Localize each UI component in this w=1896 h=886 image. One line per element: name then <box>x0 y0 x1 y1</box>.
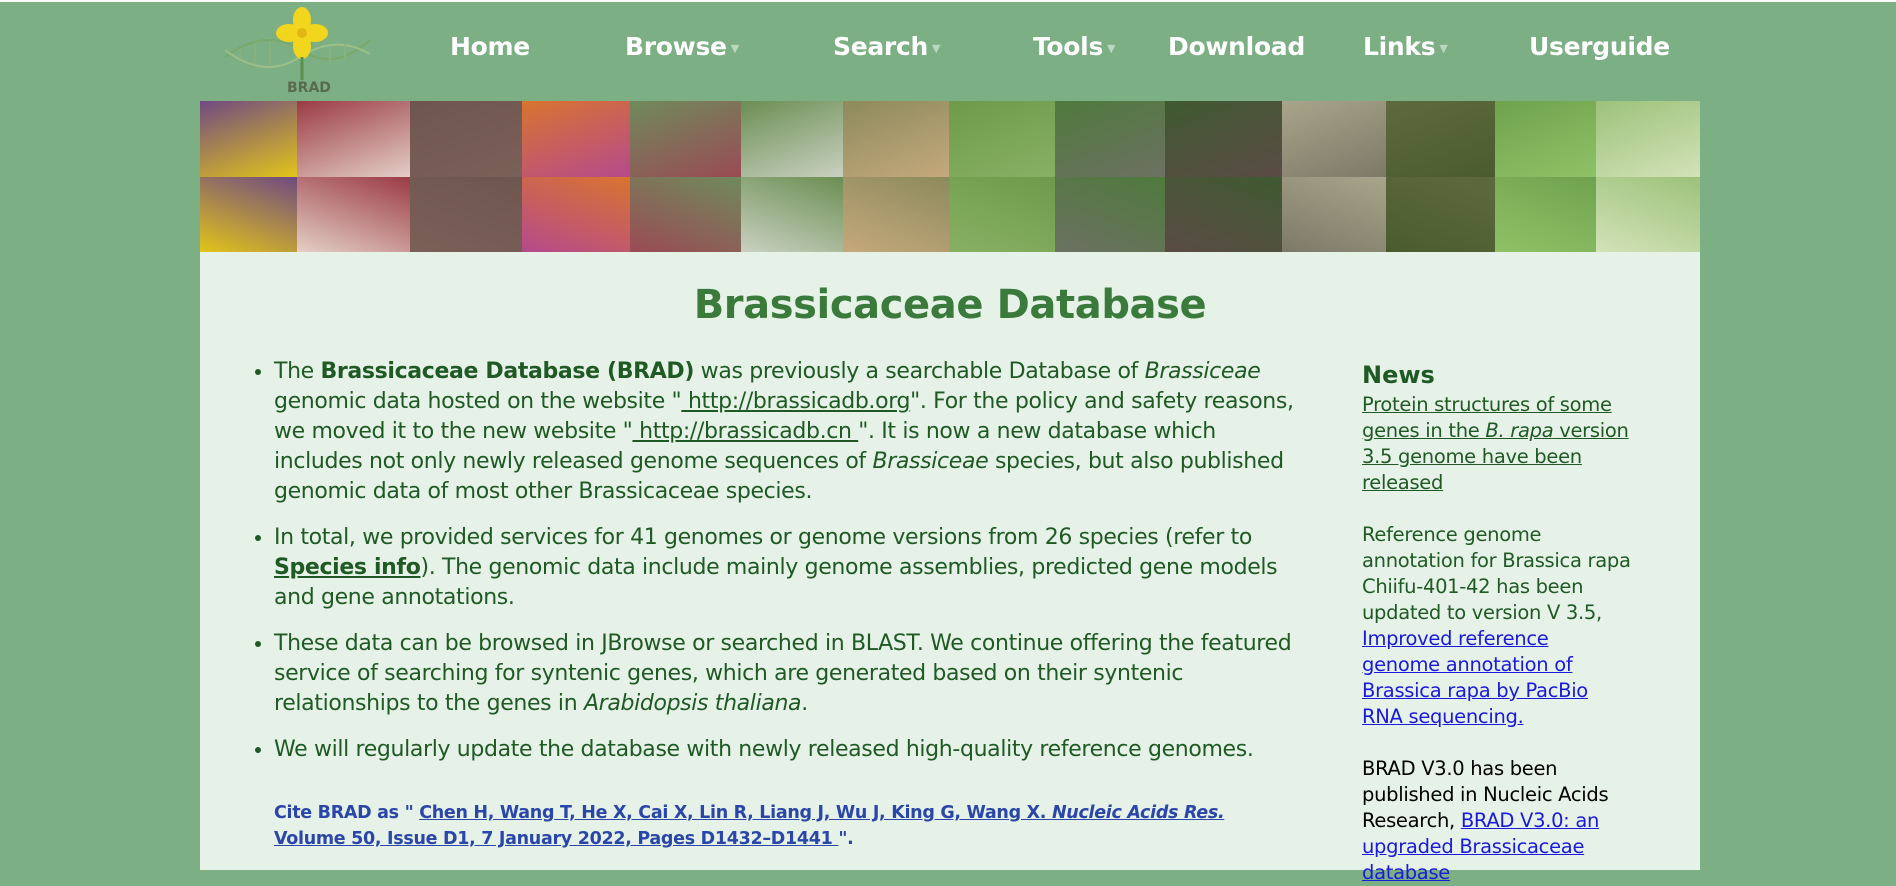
news-protein-structures-link[interactable]: Protein structures of some genes in the … <box>1362 392 1632 496</box>
banner-photo <box>1386 101 1495 252</box>
banner-photo <box>1596 101 1700 252</box>
text: The <box>274 359 321 384</box>
text: ). The genomic data include mainly genom… <box>274 555 1278 610</box>
chevron-down-icon: ▼ <box>1107 41 1116 55</box>
nav-browse[interactable]: Browse ▼ <box>625 32 739 61</box>
intro-list: The Brassicaceae Database (BRAD) was pre… <box>244 356 1304 780</box>
banner-photo <box>1055 101 1165 252</box>
nav-links[interactable]: Links ▼ <box>1363 32 1448 61</box>
nav-tools-label: Tools <box>1033 32 1104 61</box>
nav-tools[interactable]: Tools ▼ <box>1033 32 1116 61</box>
nav-links-label: Links <box>1363 32 1436 61</box>
plant-photo-banner <box>200 101 1700 252</box>
banner-photo <box>1495 101 1596 252</box>
main-content: Brassicaceae Database The Brassicaceae D… <box>200 252 1700 884</box>
cite-authors: Chen H, Wang T, He X, Cai X, Lin R, Lian… <box>419 803 1052 823</box>
cite-journal: Nucleic Acids Res. <box>1051 803 1225 823</box>
taxon-name: Brassiceae <box>1144 359 1261 384</box>
nav-userguide[interactable]: Userguide <box>1529 32 1670 61</box>
nav-browse-label: Browse <box>625 32 727 61</box>
text: In total, we provided services for 41 ge… <box>274 525 1252 550</box>
nav-home[interactable]: Home <box>450 32 530 61</box>
intro-item-moved: The Brassicaceae Database (BRAD) was pre… <box>274 356 1304 507</box>
cite-details: Volume 50, Issue D1, 7 January 2022, Pag… <box>274 829 839 849</box>
taxon-name: Arabidopsis thaliana <box>583 691 802 716</box>
text: genomic data hosted on the website " <box>274 389 682 414</box>
species-info-link[interactable]: Species info <box>274 555 421 580</box>
banner-photo <box>297 101 410 252</box>
chevron-down-icon: ▼ <box>730 41 739 55</box>
cite-suffix: ". <box>838 829 854 849</box>
brad-name: Brassicaceae Database (BRAD) <box>320 359 695 384</box>
taxon-name: B. rapa <box>1485 419 1554 442</box>
banner-photo <box>630 101 741 252</box>
nav-search-label: Search <box>833 32 928 61</box>
chevron-down-icon: ▼ <box>931 41 941 55</box>
old-site-link[interactable]: http://brassicadb.org <box>681 389 911 414</box>
text: . <box>801 691 808 716</box>
news-heading: News <box>1362 361 1435 389</box>
news-annotation-link[interactable]: Improved reference genome annotation of … <box>1362 627 1588 728</box>
new-site-link[interactable]: http://brassicadb.cn <box>632 419 858 444</box>
cite-prefix: Cite BRAD as " <box>274 803 420 823</box>
news-sidebar: News Protein structures of some genes in… <box>1362 358 1632 886</box>
nav-home-label: Home <box>450 32 530 61</box>
nav-search[interactable]: Search ▼ <box>833 32 940 61</box>
intro-item-updates: We will regularly update the database wi… <box>274 734 1304 765</box>
intro-item-services: These data can be browsed in JBrowse or … <box>274 628 1304 719</box>
brad-logo[interactable]: BRAD <box>220 2 375 98</box>
nav-download-label: Download <box>1168 32 1305 61</box>
banner-photo <box>200 101 297 252</box>
banner-photo <box>949 101 1055 252</box>
nav-userguide-label: Userguide <box>1529 32 1670 61</box>
banner-photo <box>843 101 949 252</box>
news-item-annotation: Reference genome annotation for Brassica… <box>1362 522 1632 730</box>
banner-photo <box>741 101 843 252</box>
banner-photo <box>410 101 522 252</box>
banner-photo <box>522 101 630 252</box>
citation: Cite BRAD as " Chen H, Wang T, He X, Cai… <box>274 800 1274 852</box>
text: Reference genome annotation for Brassica… <box>1362 523 1631 624</box>
banner-photo <box>1282 101 1386 252</box>
news-item-brad-v3: BRAD V3.0 has been published in Nucleic … <box>1362 756 1632 886</box>
taxon-name: Brassiceae <box>872 449 989 474</box>
page-title: Brassicaceae Database <box>693 282 1207 328</box>
logo-text: BRAD <box>287 80 331 96</box>
banner-photo <box>1165 101 1282 252</box>
site-header: BRAD Home Browse ▼ Search ▼ Tools ▼ Downloa… <box>200 0 1700 101</box>
intro-item-genomes: In total, we provided services for 41 ge… <box>274 522 1304 613</box>
text: was previously a searchable Database of <box>694 359 1145 384</box>
nav-download[interactable]: Download <box>1168 32 1305 61</box>
chevron-down-icon: ▼ <box>1439 41 1448 55</box>
